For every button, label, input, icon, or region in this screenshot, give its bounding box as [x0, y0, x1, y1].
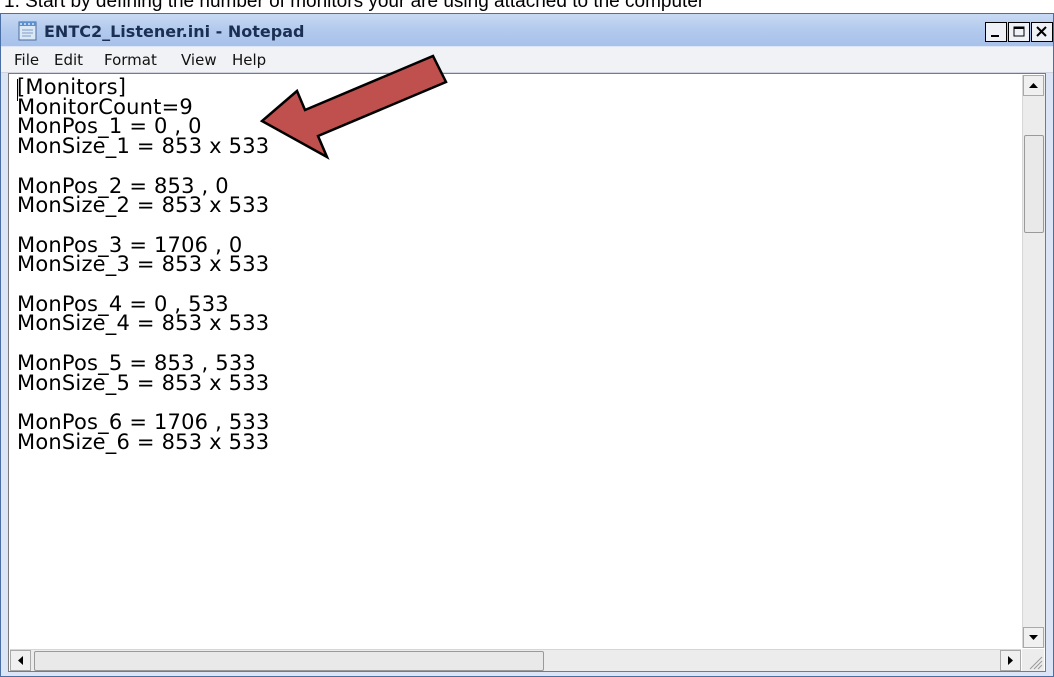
close-button[interactable]	[1031, 22, 1053, 42]
maximize-icon	[1013, 26, 1025, 37]
menu-bar: File Edit Format View Help	[1, 47, 1053, 73]
editor-line: MonSize_6 = 853 x 533	[17, 429, 270, 454]
maximize-button[interactable]	[1008, 22, 1030, 42]
resize-grip[interactable]	[1022, 649, 1044, 671]
menu-format[interactable]: Format	[104, 51, 157, 69]
horizontal-scroll-thumb[interactable]	[34, 651, 544, 671]
text-caret	[17, 79, 18, 101]
editor-content[interactable]: [Monitors] MonitorCount=9 MonPos_1 = 0 , 0…	[17, 77, 270, 454]
scroll-right-arrow-icon	[1008, 656, 1013, 665]
menu-file[interactable]: File	[14, 51, 39, 69]
scroll-up-button[interactable]	[1023, 75, 1044, 96]
minimize-icon	[991, 35, 999, 37]
editor-line: MonSize_1 = 853 x 533	[17, 134, 270, 159]
notepad-window: ENTC2_Listener.ini - Notepad File Edit F…	[0, 13, 1054, 677]
window-title: ENTC2_Listener.ini - Notepad	[44, 22, 305, 41]
menu-edit[interactable]: Edit	[54, 51, 83, 69]
horizontal-scrollbar[interactable]	[10, 649, 1021, 671]
editor-line: MonSize_5 = 853 x 533	[17, 370, 270, 395]
scroll-down-button[interactable]	[1023, 627, 1044, 648]
scroll-left-button[interactable]	[10, 650, 31, 671]
instruction-caption: 1. Start by defining the number of monit…	[4, 0, 705, 12]
scroll-right-button[interactable]	[1000, 650, 1021, 671]
minimize-button[interactable]	[985, 22, 1007, 42]
scroll-up-arrow-icon	[1029, 83, 1038, 88]
vertical-scrollbar[interactable]	[1022, 75, 1045, 648]
notepad-app-icon	[18, 21, 37, 41]
scroll-down-arrow-icon	[1029, 635, 1038, 640]
vertical-scroll-thumb[interactable]	[1024, 135, 1044, 233]
scroll-left-arrow-icon	[18, 656, 23, 665]
menu-help[interactable]: Help	[232, 51, 266, 69]
editor-line: MonSize_4 = 853 x 533	[17, 311, 270, 336]
editor-line: MonSize_3 = 853 x 533	[17, 252, 270, 277]
title-bar[interactable]: ENTC2_Listener.ini - Notepad	[1, 14, 1053, 46]
resize-grip-icon	[1029, 656, 1043, 670]
editor-line: MonSize_2 = 853 x 533	[17, 193, 270, 218]
close-icon	[1036, 26, 1047, 37]
menu-view[interactable]: View	[181, 51, 217, 69]
text-editor[interactable]: [Monitors] MonitorCount=9 MonPos_1 = 0 , 0…	[8, 73, 1046, 672]
